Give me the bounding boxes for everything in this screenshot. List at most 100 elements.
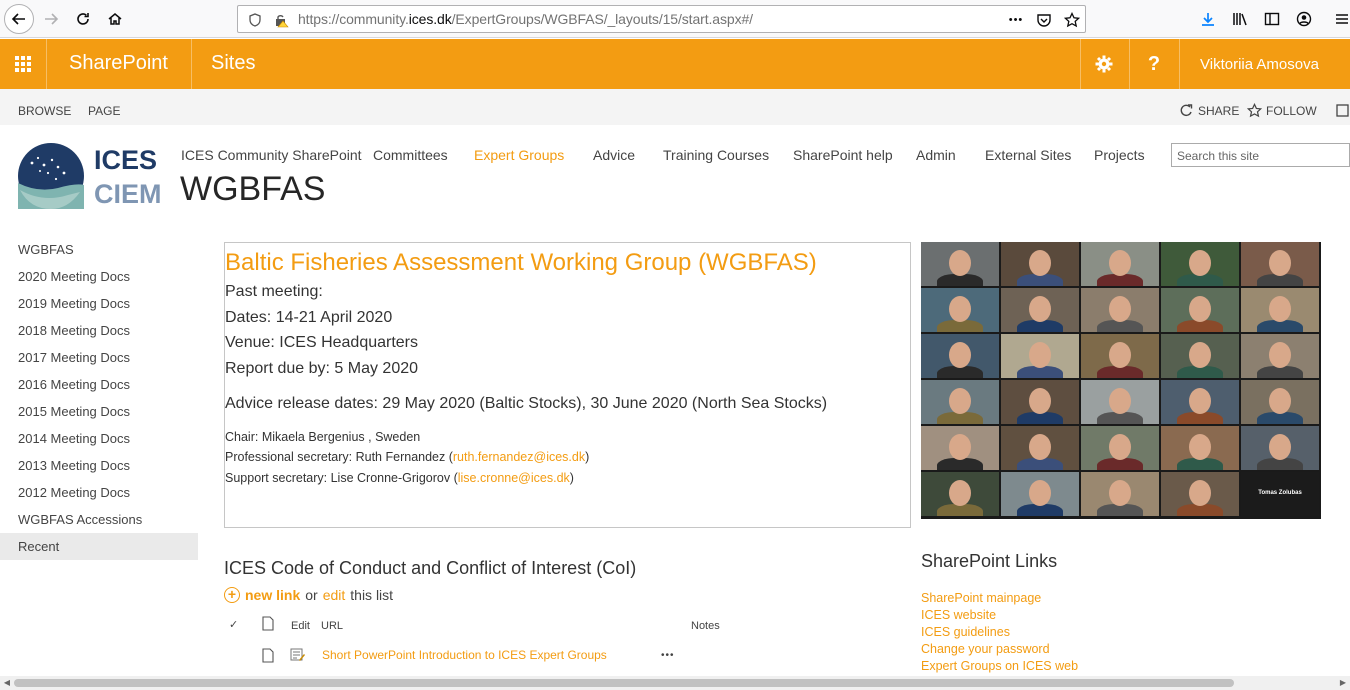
scrollbar-thumb[interactable] [14,679,1234,687]
page-actions-icon[interactable]: ••• [1006,10,1026,30]
participant-video-tile [1161,334,1239,378]
arrow-right-icon [45,13,59,25]
ribbon-tab-browse[interactable]: BROWSE [18,104,71,118]
sidebar-icon[interactable] [1261,8,1283,30]
reload-icon [77,13,89,25]
list-item-url-link[interactable]: Short PowerPoint Introduction to ICES Ex… [322,648,607,662]
sp-link-guidelines[interactable]: ICES guidelines [921,625,1078,642]
suite-bar: SharePoint Sites ? Viktoriia Amosova [0,39,1350,89]
topnav-item-sharepoint-help[interactable]: SharePoint help [793,147,893,163]
column-header-edit: Edit [291,620,310,632]
column-header-notes[interactable]: Notes [691,620,720,632]
select-all-checkmark-icon[interactable]: ✓ [229,618,238,631]
account-icon[interactable] [1293,8,1315,30]
leftnav-item-2019[interactable]: 2019 Meeting Docs [0,290,198,317]
home-button[interactable] [100,4,130,34]
item-more-icon[interactable]: ••• [661,650,675,661]
topnav-item-ices-community[interactable]: ICES Community SharePoint [181,147,362,163]
leftnav-item-2017[interactable]: 2017 Meeting Docs [0,344,198,371]
topnav-item-expert-groups[interactable]: Expert Groups [474,147,564,163]
coc-section-title[interactable]: ICES Code of Conduct and Conflict of Int… [224,558,636,579]
sp-link-expert-groups[interactable]: Expert Groups on ICES web [921,659,1078,676]
participant-video-tile [1081,288,1159,332]
shield-icon[interactable] [246,11,264,29]
advice-release: Advice release dates: 29 May 2020 (Balti… [225,395,828,412]
leftnav-item-wgbfas[interactable]: WGBFAS [0,236,198,263]
share-label: SHARE [1198,103,1240,118]
search-input[interactable]: Search this site [1171,143,1350,167]
support-secretary-email-link[interactable]: lise.cronne@ices.dk [458,471,570,485]
leftnav-item-2014[interactable]: 2014 Meeting Docs [0,425,198,452]
leftnav-item-2016[interactable]: 2016 Meeting Docs [0,371,198,398]
leftnav-item-2012[interactable]: 2012 Meeting Docs [0,479,198,506]
scroll-right-icon[interactable]: ▶ [1338,678,1348,688]
topnav-item-admin[interactable]: Admin [916,147,956,163]
bookmark-star-icon[interactable] [1062,10,1082,30]
follow-button[interactable]: FOLLOW [1247,103,1317,118]
edit-item-icon[interactable] [290,648,306,665]
support-secretary-line: Support secretary: Lise Cronne-Grigorov … [225,471,574,485]
suite-brand[interactable]: SharePoint [69,52,168,75]
leftnav-item-2013[interactable]: 2013 Meeting Docs [0,452,198,479]
participant-video-tile [1241,242,1319,286]
forward-button[interactable] [36,4,66,34]
edit-list-link[interactable]: edit [323,587,346,603]
sites-link[interactable]: Sites [211,52,255,75]
user-menu[interactable]: Viktoriia Amosova [1200,56,1319,73]
new-link-button[interactable]: new link [245,587,300,603]
pocket-icon[interactable] [1034,10,1054,30]
url-bar[interactable]: https://community.ices.dk/ExpertGroups/W… [237,5,1086,33]
leftnav-item-accessions[interactable]: WGBFAS Accessions [0,506,198,533]
topnav-item-advice[interactable]: Advice [593,147,635,163]
app-launcher-button[interactable] [0,39,46,89]
participant-video-tile [921,242,999,286]
menu-icon[interactable] [1331,8,1350,30]
participant-video-tile [1081,472,1159,516]
add-icon[interactable]: + [224,587,240,603]
logo-line2: CIEM [94,179,162,209]
prof-secretary-email-link[interactable]: ruth.fernandez@ices.dk [453,450,585,464]
settings-button[interactable] [1080,39,1128,89]
ribbon: BROWSE PAGE SHARE FOLLOW [0,89,1350,125]
prof-secretary-line: Professional secretary: Ruth Fernandez (… [225,450,590,464]
focus-content-button[interactable] [1335,103,1350,118]
share-button[interactable]: SHARE [1179,103,1239,118]
topnav-item-committees[interactable]: Committees [373,147,448,163]
leftnav-item-2015[interactable]: 2015 Meeting Docs [0,398,198,425]
sp-link-change-password[interactable]: Change your password [921,642,1078,659]
downloads-icon[interactable] [1197,8,1219,30]
insecure-lock-icon[interactable] [272,11,290,29]
column-header-url[interactable]: URL [321,620,343,632]
site-title[interactable]: WGBFAS [180,170,325,209]
leftnav-item-recent[interactable]: Recent [0,533,198,560]
help-button[interactable]: ? [1130,39,1178,89]
topnav-item-external-sites[interactable]: External Sites [985,147,1071,163]
participant-video-tile [1081,426,1159,470]
topnav-item-projects[interactable]: Projects [1094,147,1145,163]
leftnav-item-2020[interactable]: 2020 Meeting Docs [0,263,198,290]
report-due: Report due by: 5 May 2020 [225,360,419,377]
group-heading: Baltic Fisheries Assessment Working Grou… [225,249,817,276]
topnav-item-training-courses[interactable]: Training Courses [663,147,769,163]
participant-video-tile [1161,242,1239,286]
logo-line1: ICES [94,145,157,175]
horizontal-scrollbar[interactable]: ◀ ▶ [0,676,1350,690]
participant-video-tile [921,472,999,516]
leftnav-item-2018[interactable]: 2018 Meeting Docs [0,317,198,344]
participant-video-tile [1081,334,1159,378]
participant-video-tile [1001,426,1079,470]
ices-logo[interactable]: ICES CIEM [18,143,164,209]
meeting-info-panel: Baltic Fisheries Assessment Working Grou… [224,242,911,528]
sp-link-mainpage[interactable]: SharePoint mainpage [921,591,1078,608]
back-button[interactable] [4,4,34,34]
reload-button[interactable] [68,4,98,34]
ribbon-tab-page[interactable]: PAGE [88,104,120,118]
library-icon[interactable] [1229,8,1251,30]
participant-video-tile [1001,472,1079,516]
sharepoint-links-title: SharePoint Links [921,551,1058,571]
scroll-left-icon[interactable]: ◀ [2,678,12,688]
meeting-venue: Venue: ICES Headquarters [225,334,419,351]
participant-video-tile [1081,380,1159,424]
sp-link-ices-website[interactable]: ICES website [921,608,1078,625]
quick-launch: WGBFAS 2020 Meeting Docs 2019 Meeting Do… [0,236,198,560]
